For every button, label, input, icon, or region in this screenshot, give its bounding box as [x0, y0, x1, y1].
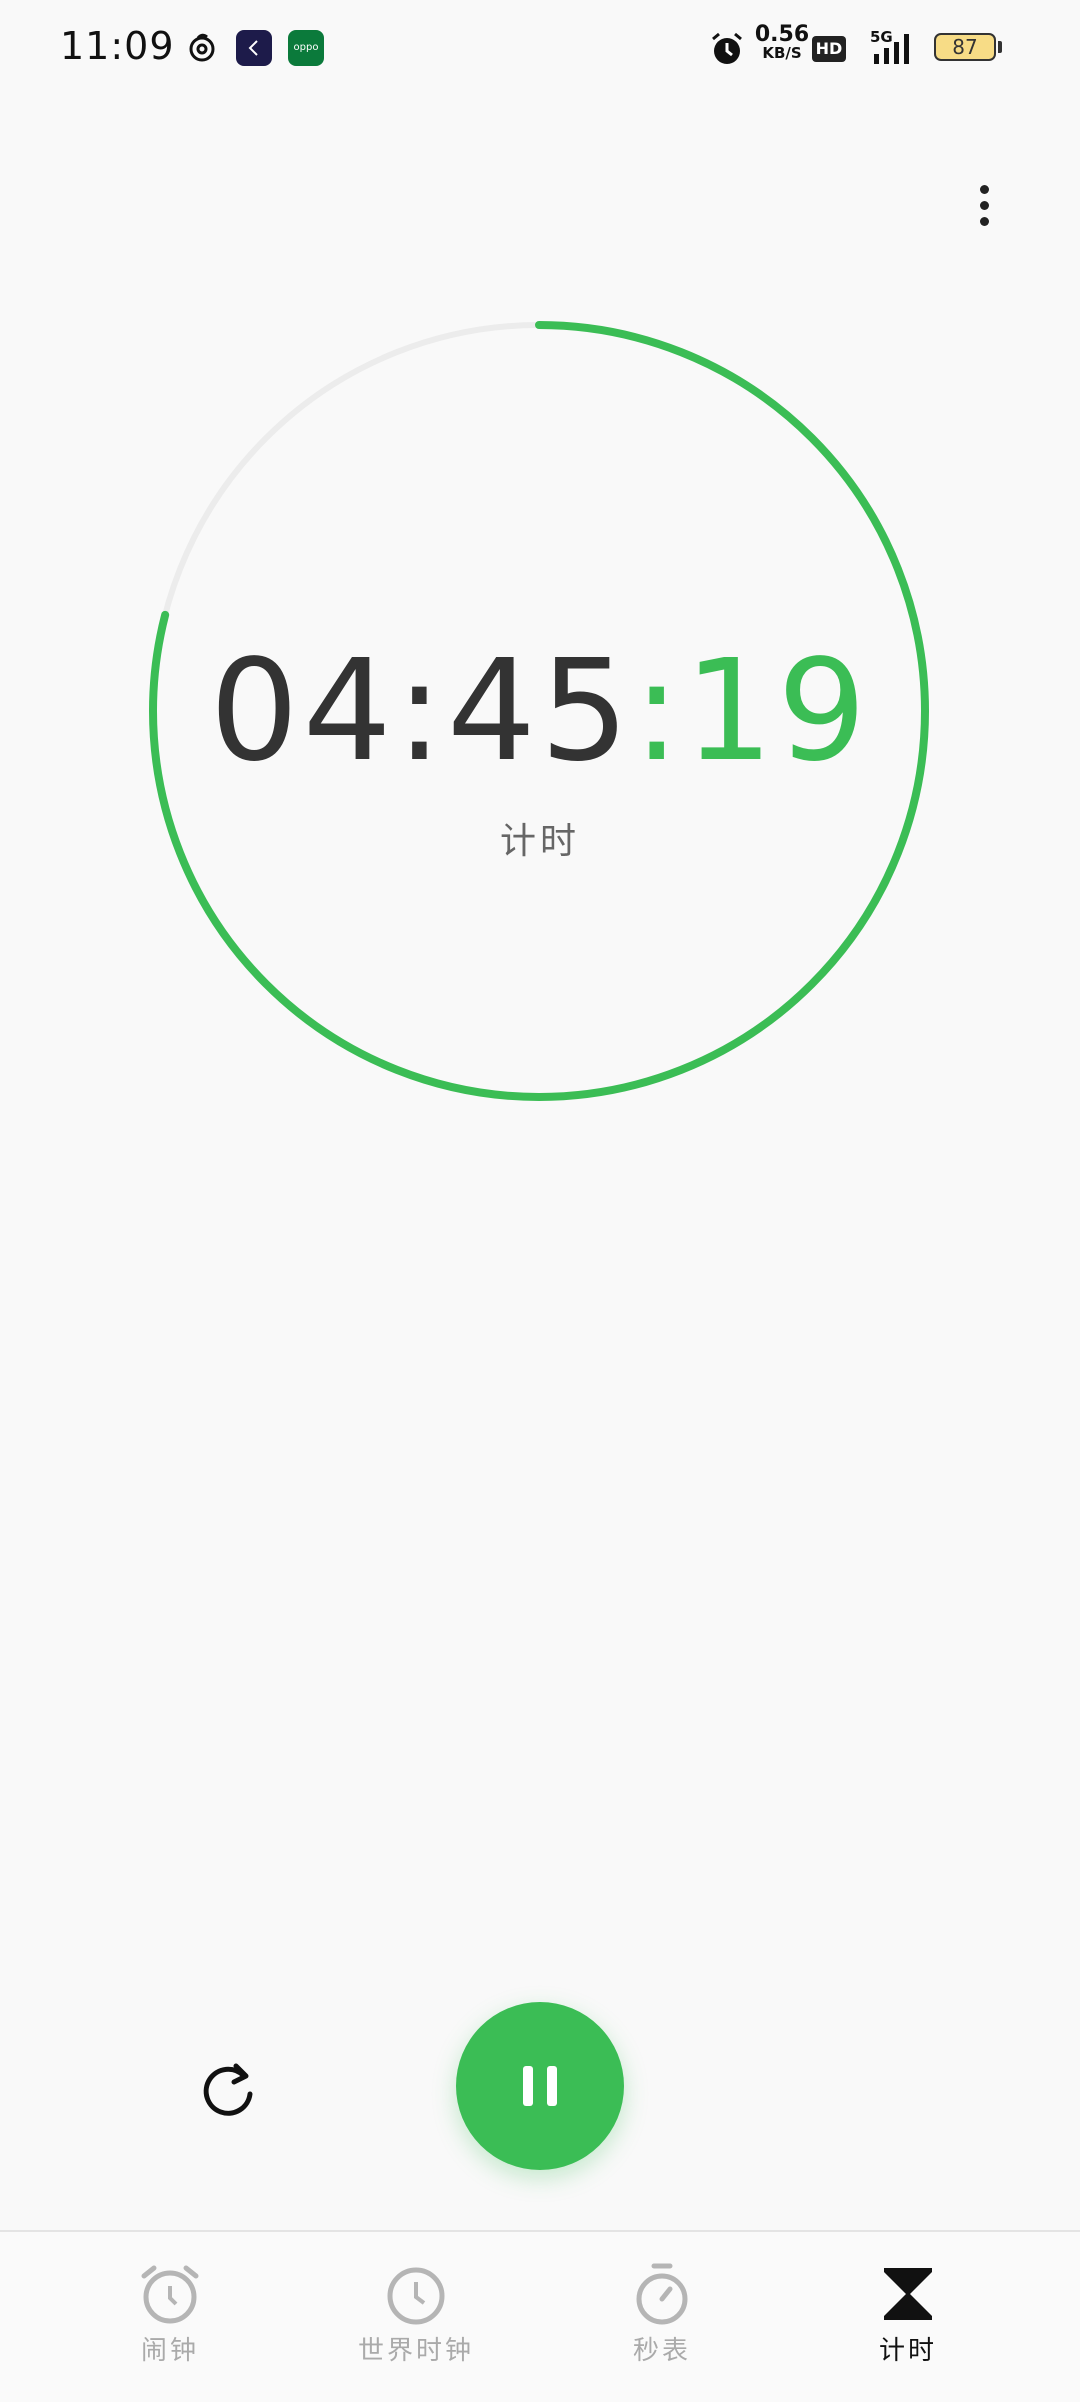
alarm-clock-icon	[141, 2265, 199, 2324]
more-options-button[interactable]	[960, 170, 1008, 240]
tab-label: 秒表	[632, 2336, 691, 2366]
stopwatch-icon	[636, 2263, 688, 2325]
pause-icon	[523, 2066, 533, 2106]
more-dot	[979, 200, 989, 210]
net-speed-value: 0.56	[754, 22, 810, 47]
world-clock-icon	[387, 2267, 445, 2325]
timer-seconds: :19	[633, 630, 871, 793]
netease-music-icon	[189, 33, 215, 62]
tab-world-clock[interactable]: 世界时钟	[306, 2262, 526, 2367]
battery-icon: 87	[934, 33, 996, 61]
alarm-status-icon	[712, 32, 742, 64]
network-speed: 0.56 KB/S	[752, 22, 812, 63]
tab-label: 计时	[878, 2336, 937, 2366]
timer-label: 计时	[499, 821, 580, 862]
oppo-label: oppo	[293, 42, 319, 53]
timer-hours-minutes: 04:45	[209, 630, 634, 793]
hd-badge: HD	[812, 36, 846, 62]
pause-icon	[547, 2066, 557, 2106]
bottom-nav: 闹钟 世界时钟 秒表 计时	[0, 2230, 1080, 2402]
battery-level: 87	[952, 35, 978, 59]
status-bar: 11:09 oppo 0.56 KB/S HD 5G 87	[0, 0, 1080, 100]
signal-icon: 5G	[864, 28, 920, 68]
tab-label: 闹钟	[140, 2336, 199, 2366]
pause-button[interactable]	[456, 2002, 624, 2170]
oppo-app-icon: oppo	[288, 30, 324, 66]
tab-alarm[interactable]: 闹钟	[60, 2262, 280, 2367]
more-dot	[979, 216, 989, 226]
timer-display: 04:45:19	[0, 630, 1080, 793]
status-time: 11:09	[60, 24, 175, 68]
battery-tip	[998, 41, 1002, 53]
reset-icon[interactable]	[196, 2058, 262, 2124]
tab-timer[interactable]: 计时	[798, 2262, 1018, 2367]
hourglass-icon	[884, 2268, 932, 2320]
tab-label: 世界时钟	[357, 2336, 474, 2366]
more-dot	[979, 184, 989, 194]
back-app-icon	[236, 30, 272, 66]
tab-stopwatch[interactable]: 秒表	[552, 2262, 772, 2367]
